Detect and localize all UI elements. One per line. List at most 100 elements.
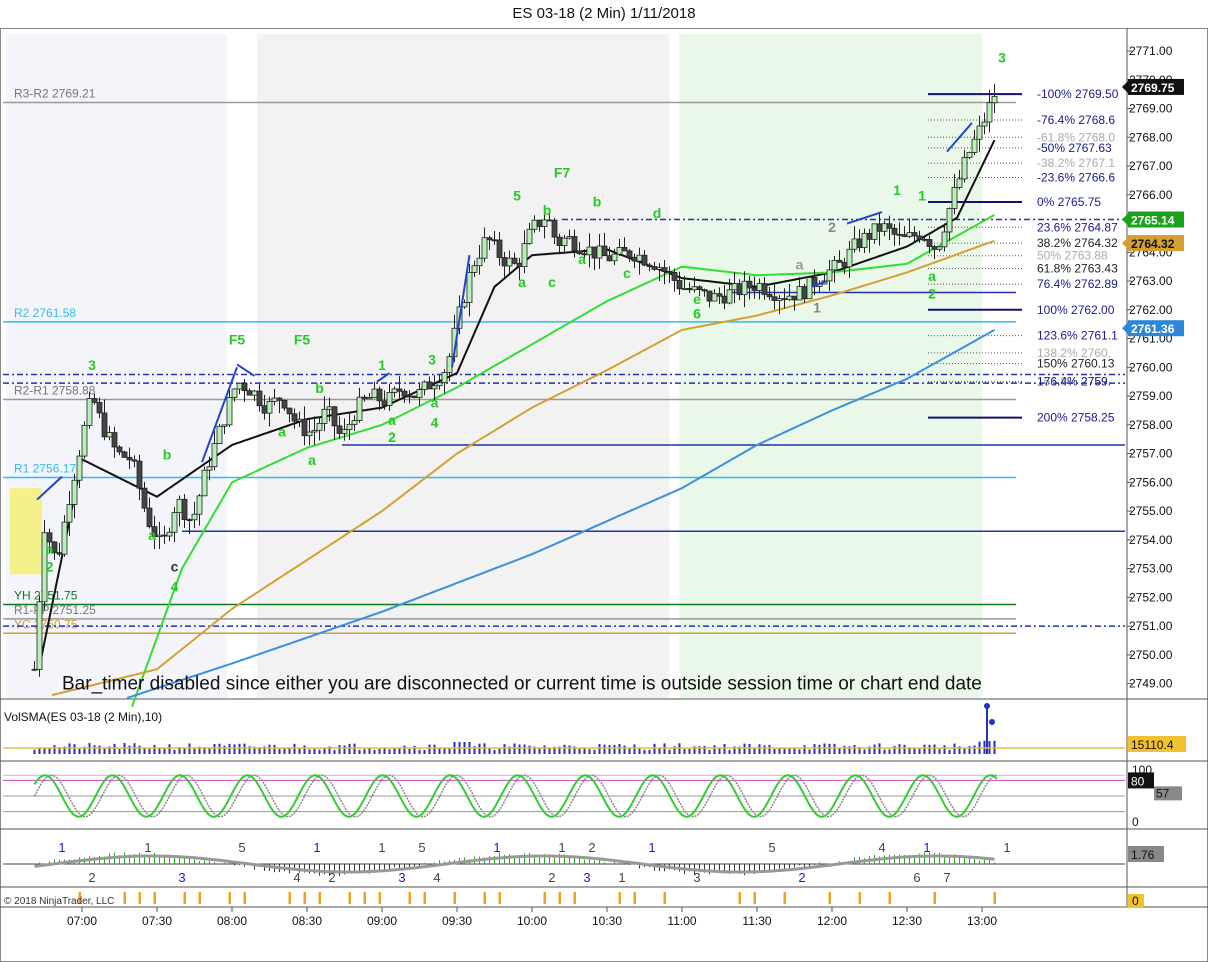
candle-body: [371, 388, 378, 398]
signal-tick: [738, 892, 741, 904]
candle-body: [426, 381, 433, 390]
signal-tick: [123, 892, 126, 904]
price-badge-label: 2761.36: [1131, 322, 1175, 336]
y-tick-label: 2763.00: [1129, 274, 1173, 288]
candle-body: [881, 223, 888, 232]
osc-label: 5: [238, 840, 245, 855]
candle-body: [211, 443, 218, 468]
candle-body: [171, 512, 178, 533]
candle-body: [201, 469, 208, 497]
volume-spike-dot: [989, 719, 995, 725]
y-tick-label: 2771.00: [1129, 44, 1173, 58]
candle-body: [491, 239, 498, 242]
wave-label: d: [653, 205, 662, 221]
candle-body: [906, 232, 913, 237]
signal-tick: [573, 892, 576, 904]
candle-body: [686, 288, 693, 291]
price-badge-label: 2769.75: [1131, 81, 1175, 95]
candle-body: [956, 178, 963, 188]
candle-body: [806, 277, 813, 300]
candle-body: [941, 231, 948, 248]
candle-body: [406, 395, 413, 398]
candle-body: [336, 425, 343, 434]
candle-body: [646, 264, 653, 267]
fib-label: 76.4% 2762.89: [1037, 277, 1118, 291]
stoch-badge-label: 80: [1131, 774, 1145, 788]
candle-body: [206, 466, 213, 471]
signal-tick: [618, 892, 621, 904]
osc-label: 3: [398, 870, 405, 885]
candle-body: [446, 356, 453, 373]
candle-body: [276, 397, 283, 401]
candle-body: [511, 257, 518, 264]
wave-label: a: [46, 541, 54, 557]
candle-body: [126, 456, 133, 461]
candle-body: [121, 451, 128, 458]
candle-body: [481, 237, 488, 259]
candle-body: [346, 423, 353, 431]
candle-body: [801, 286, 808, 300]
candle-body: [736, 283, 743, 296]
y-tick-label: 2757.00: [1129, 447, 1173, 461]
y-tick-label: 2762.00: [1129, 303, 1173, 317]
candle-body: [901, 234, 908, 237]
y-tick-label: 2758.00: [1129, 418, 1173, 432]
candle-body: [261, 405, 268, 414]
candle-body: [256, 390, 263, 407]
signal-tick: [993, 892, 996, 904]
candle-body: [601, 245, 608, 257]
pivot-label: R2 2761.58: [14, 306, 76, 320]
osc-label: 6: [913, 870, 920, 885]
wave-label: a: [578, 251, 586, 267]
pivot-label: R2-R1 2758.88: [14, 384, 96, 398]
candle-body: [921, 238, 928, 241]
candle-body: [731, 283, 738, 291]
wave-label: 1: [378, 357, 386, 373]
candle-body: [131, 459, 138, 462]
osc-label: 1: [618, 870, 625, 885]
candle-body: [241, 382, 248, 392]
volume-title: VolSMA(ES 03-18 (2 Min),10): [4, 710, 162, 724]
signal-tick: [363, 892, 366, 904]
wave-label: a: [518, 274, 526, 290]
candle-body: [661, 267, 668, 272]
osc-label: 2: [88, 870, 95, 885]
session-shade-midday: [679, 34, 982, 698]
wave-label: 2: [828, 219, 836, 235]
osc-badge-label: 1.76: [1131, 848, 1155, 862]
candle-body: [931, 246, 938, 250]
y-tick-label: 2750.00: [1129, 648, 1173, 662]
osc-label: 3: [178, 870, 185, 885]
y-tick-label: 2767.00: [1129, 159, 1173, 173]
pivot-label: R1-PP 2751.25: [14, 603, 96, 617]
volume-spike-dot: [984, 703, 990, 709]
candle-body: [776, 298, 783, 301]
candle-body: [711, 293, 718, 302]
osc-label: 5: [418, 840, 425, 855]
candle-body: [526, 228, 533, 244]
wave-label: a: [308, 452, 316, 468]
wave-label: F7: [554, 165, 571, 181]
candle-body: [476, 257, 483, 267]
candle-body: [296, 418, 303, 422]
candle-body: [936, 246, 943, 250]
highlight-box: [10, 488, 42, 575]
x-tick-label: 12:30: [892, 914, 922, 928]
chart-canvas[interactable]: 2771.002770.002769.002768.002767.002766.…: [0, 0, 1208, 962]
candle-body: [586, 246, 593, 256]
wave-label: c: [548, 274, 556, 290]
wave-label: a: [928, 268, 936, 284]
signal-tick: [138, 892, 141, 904]
candle-body: [251, 390, 258, 396]
y-tick-label: 2768.00: [1129, 130, 1173, 144]
candle-body: [851, 238, 858, 250]
signal-tick: [543, 892, 546, 904]
candle-body: [326, 406, 333, 410]
x-tick-label: 09:30: [442, 914, 472, 928]
candle-body: [746, 280, 753, 289]
y-tick-label: 2759.00: [1129, 389, 1173, 403]
wave-label: a: [796, 257, 804, 273]
osc-label: 1: [378, 840, 385, 855]
signal-tick: [423, 892, 426, 904]
signal-badge-label: 0: [1132, 894, 1139, 908]
